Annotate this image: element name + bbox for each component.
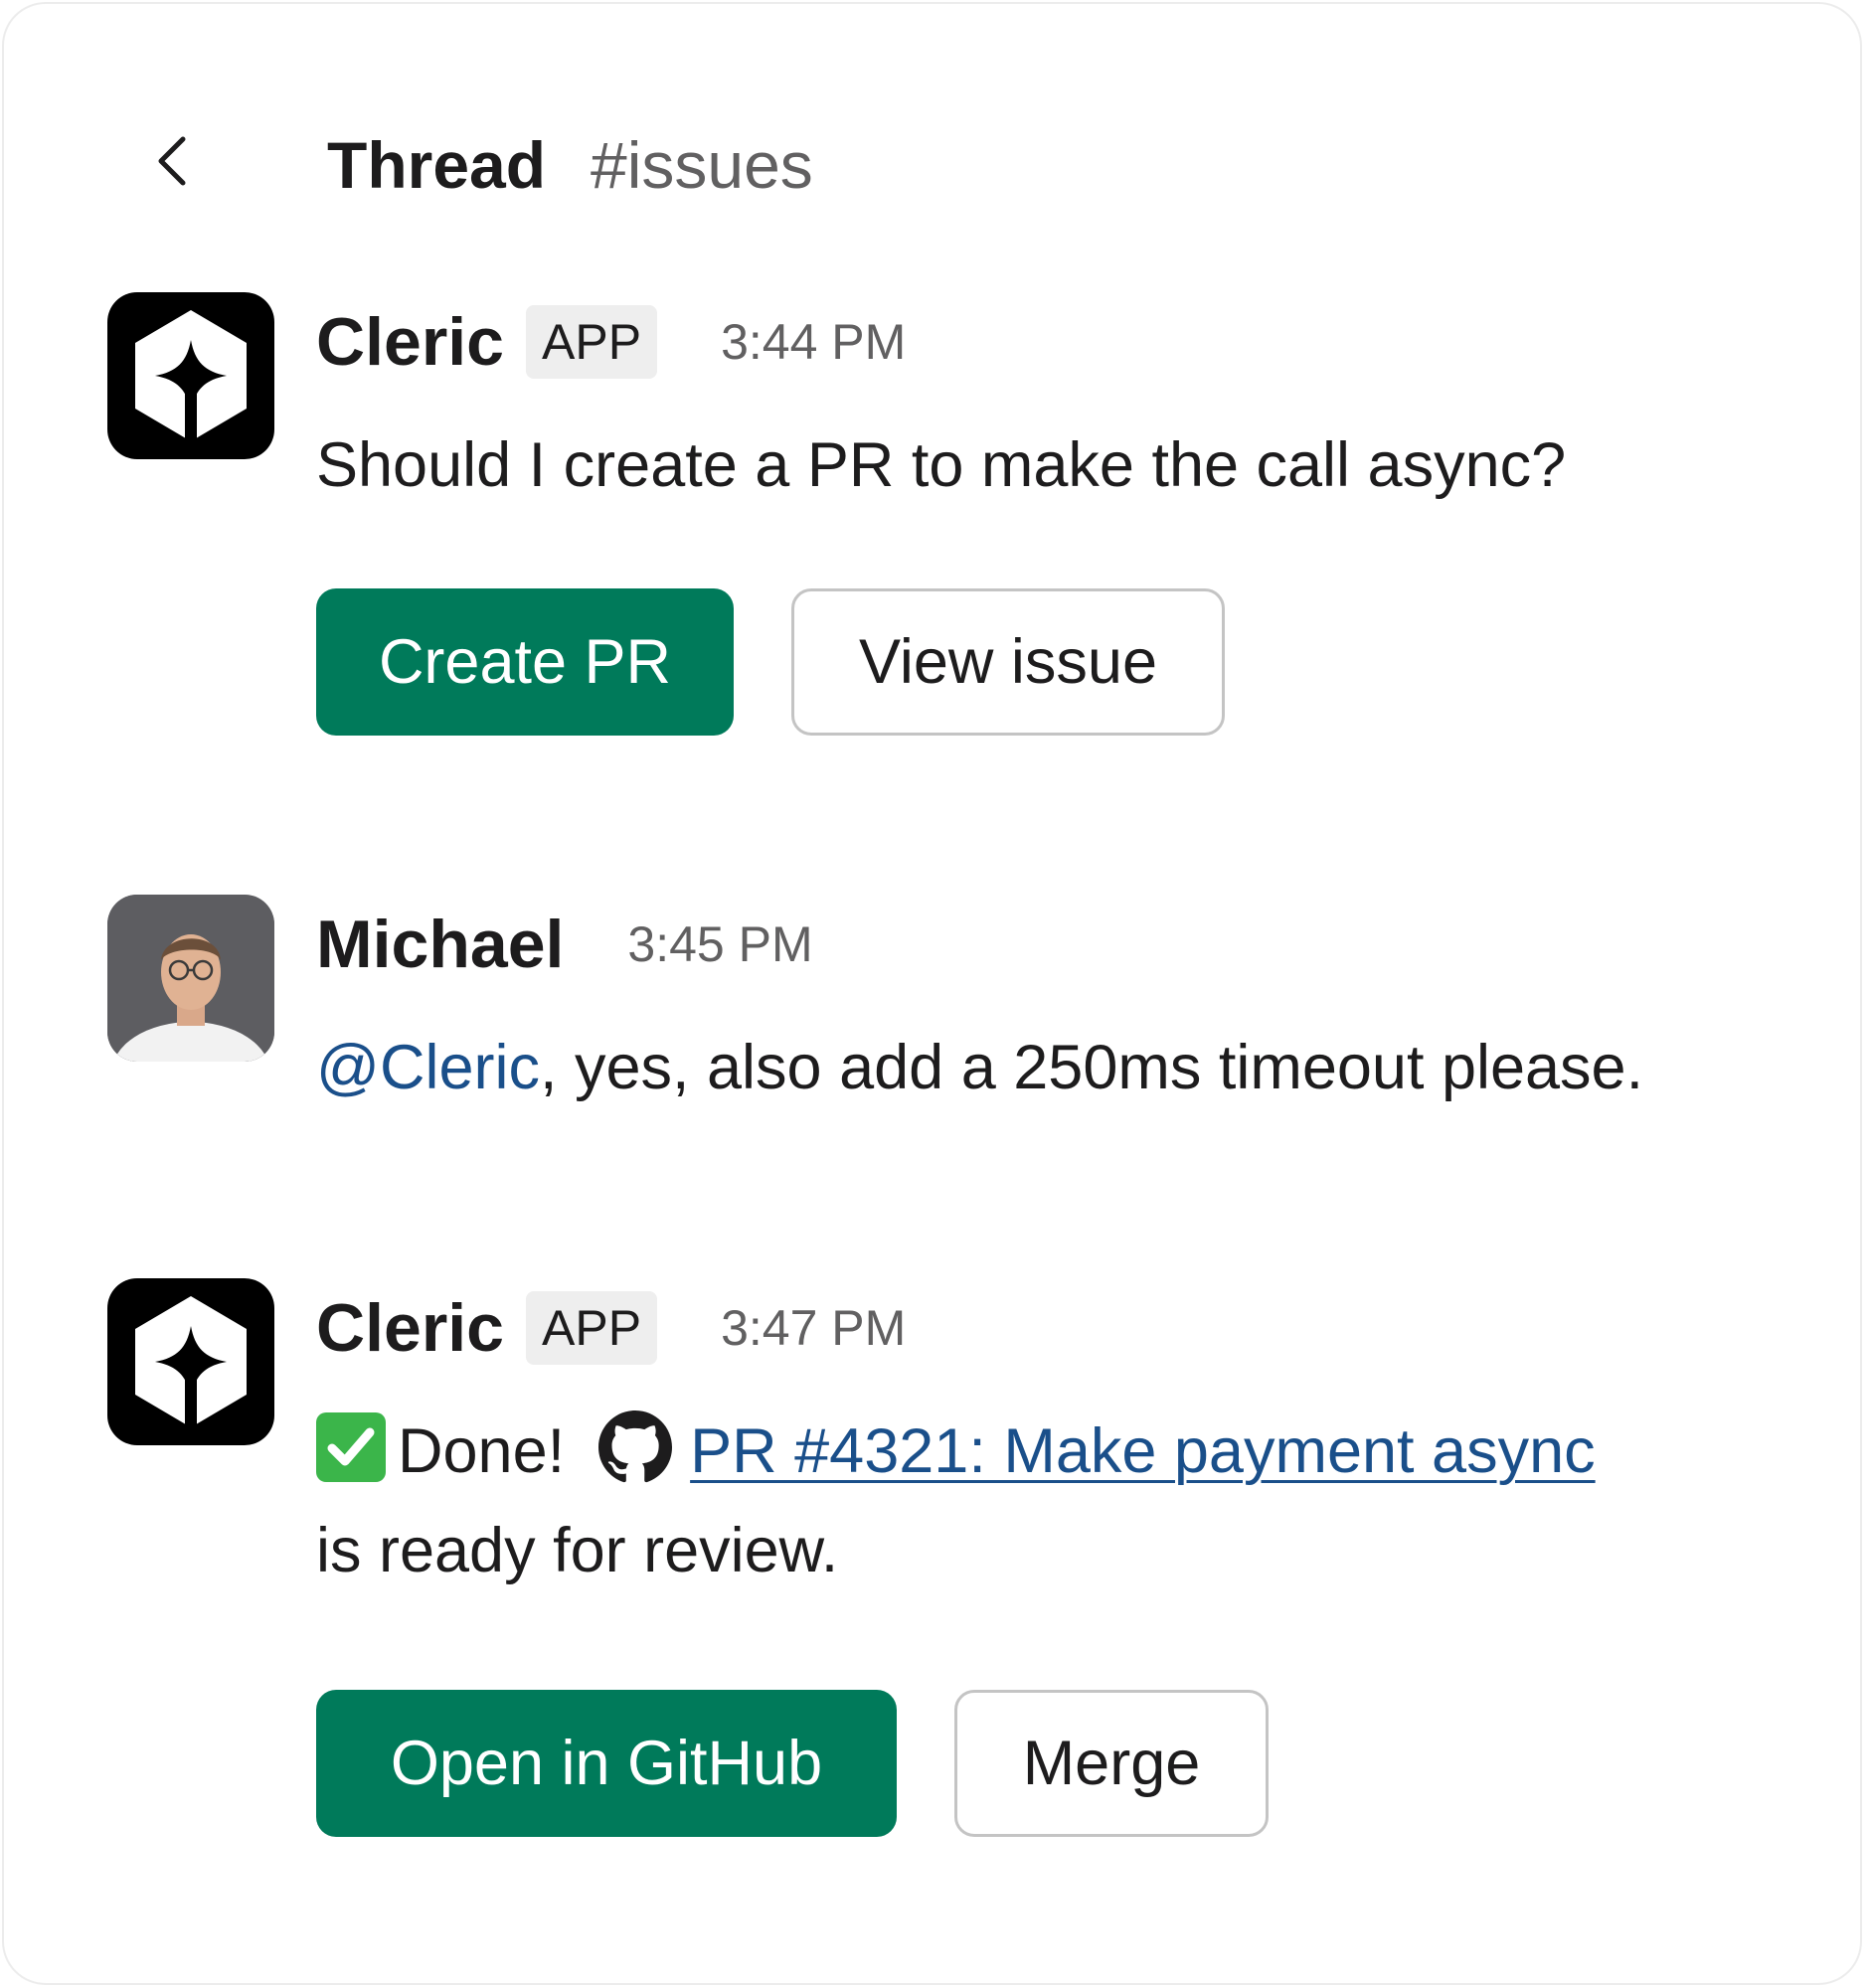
pr-link[interactable]: PR #4321: Make payment async — [690, 1416, 1596, 1486]
message-body: , yes, also add a 250ms timeout please. — [539, 1033, 1644, 1102]
sender-name[interactable]: Cleric — [316, 1289, 504, 1367]
sender-name[interactable]: Cleric — [316, 303, 504, 381]
user-mention[interactable]: @Cleric — [316, 1033, 540, 1102]
message-header: Cleric APP 3:47 PM — [316, 1288, 906, 1368]
app-badge: APP — [526, 305, 658, 379]
sender-name[interactable]: Michael — [316, 906, 564, 983]
chevron-left-icon — [158, 136, 186, 186]
message-header: Cleric APP 3:44 PM — [316, 302, 906, 382]
message-text: Should I create a PR to make the call as… — [316, 430, 1567, 500]
open-in-github-button[interactable]: Open in GitHub — [316, 1690, 897, 1837]
create-pr-button[interactable]: Create PR — [316, 588, 734, 736]
message-text-line-1: Done! PR #4321: Make payment async — [316, 1402, 1596, 1501]
thread-panel: Thread #issues Cleric APP 3:44 PM Should… — [2, 2, 1862, 1985]
cleric-avatar[interactable] — [107, 1278, 274, 1445]
timestamp[interactable]: 3:47 PM — [721, 1299, 906, 1357]
user-photo-icon — [107, 895, 274, 1062]
back-button[interactable] — [143, 131, 203, 191]
thread-title: Thread — [327, 128, 547, 202]
message-text-line-2: is ready for review. — [316, 1516, 839, 1585]
cleric-avatar[interactable] — [107, 292, 274, 459]
timestamp[interactable]: 3:45 PM — [627, 915, 812, 973]
github-icon — [598, 1410, 673, 1484]
action-buttons: Open in GitHub Merge — [316, 1690, 1269, 1837]
cleric-logo-icon — [135, 310, 247, 443]
done-text: Done! — [398, 1416, 566, 1486]
app-badge: APP — [526, 1291, 658, 1365]
timestamp[interactable]: 3:44 PM — [721, 313, 906, 371]
michael-avatar[interactable] — [107, 895, 274, 1062]
cleric-logo-icon — [135, 1296, 247, 1429]
merge-button[interactable]: Merge — [954, 1690, 1269, 1837]
message-text: @Cleric, yes, also add a 250ms timeout p… — [316, 1018, 1643, 1117]
channel-name[interactable]: #issues — [591, 125, 813, 205]
message-header: Michael 3:45 PM — [316, 905, 813, 984]
white-check-mark-icon — [316, 1412, 386, 1482]
view-issue-button[interactable]: View issue — [791, 588, 1225, 736]
action-buttons: Create PR View issue — [316, 588, 1225, 736]
